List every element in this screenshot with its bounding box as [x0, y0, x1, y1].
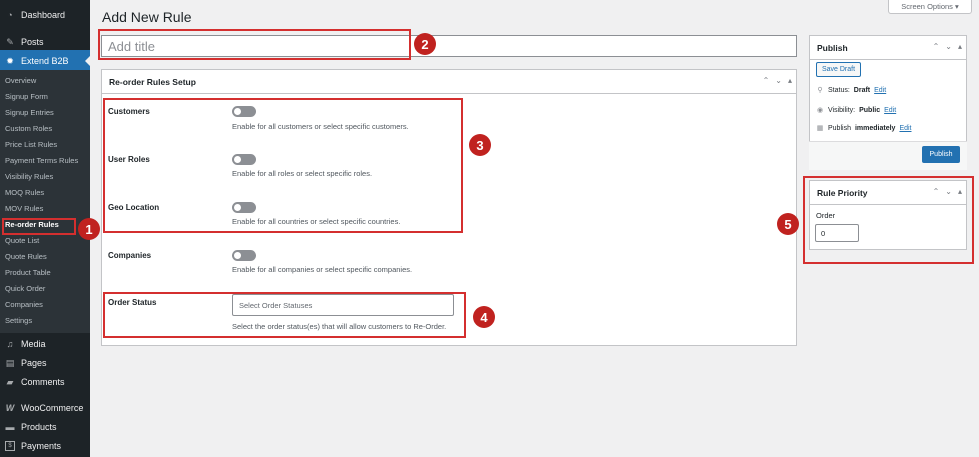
visibility-row: ◉ Visibility: Public Edit [816, 106, 896, 115]
payments-icon: $ [5, 441, 15, 451]
screen-options-button[interactable]: Screen Options ▾ [888, 0, 972, 14]
eye-icon: ◉ [816, 107, 824, 114]
move-up-icon[interactable]: ⌃ [763, 76, 770, 85]
visibility-edit-link[interactable]: Edit [884, 107, 896, 114]
setup-box-header: Re-order Rules Setup ⌃ ⌄ ▴ [102, 70, 796, 94]
menu-comments[interactable]: ▰ Comments [0, 371, 90, 393]
menu-posts-label: Posts [21, 37, 44, 47]
publish-time-label: Publish [828, 124, 851, 132]
submenu-quote-list[interactable]: Quote List [5, 236, 39, 245]
menu-extend-b2b[interactable]: ✹ Extend B2B [0, 50, 90, 72]
status-edit-link[interactable]: Edit [874, 87, 886, 94]
submenu-product-table[interactable]: Product Table [5, 268, 51, 277]
submenu-overview[interactable]: Overview [5, 76, 36, 85]
setup-box-title: Re-order Rules Setup [109, 76, 196, 87]
menu-products-label: Products [21, 422, 57, 432]
visibility-label: Visibility: [828, 106, 856, 114]
submenu-payment-terms-rules[interactable]: Payment Terms Rules [5, 156, 78, 165]
submenu-price-list-rules[interactable]: Price List Rules [5, 140, 57, 149]
submenu-visibility-rules[interactable]: Visibility Rules [5, 172, 53, 181]
pin-icon: ✎ [6, 36, 14, 47]
annotation-number-4: 4 [473, 306, 495, 328]
submenu-moq-rules[interactable]: MOQ Rules [5, 188, 44, 197]
pages-icon: ▤ [5, 357, 15, 368]
publish-box-controls: ⌃ ⌄ ▴ [933, 42, 962, 51]
annotation-number-5: 5 [777, 213, 799, 235]
submenu-quote-rules[interactable]: Quote Rules [5, 252, 47, 261]
annotation-box-3 [103, 98, 463, 233]
publish-time-edit-link[interactable]: Edit [899, 125, 911, 132]
pin-icon: ⚲ [817, 87, 823, 94]
menu-woocommerce-label: WooCommerce [21, 403, 84, 413]
woocommerce-icon: W [5, 403, 15, 413]
submenu-signup-form[interactable]: Signup Form [5, 92, 48, 101]
submenu-companies[interactable]: Companies [5, 300, 43, 309]
annotation-box-4 [103, 292, 466, 338]
companies-description: Enable for all companies or select speci… [232, 265, 413, 274]
collapse-toggle-icon[interactable]: ▴ [958, 42, 962, 51]
publish-box-title: Publish [817, 42, 848, 53]
publish-box-header: Publish ⌃ ⌄ ▴ [810, 36, 966, 60]
annotation-box-5 [803, 176, 974, 264]
annotation-box-1 [2, 218, 76, 235]
submenu-signup-entries[interactable]: Signup Entries [5, 108, 54, 117]
companies-toggle[interactable] [232, 250, 256, 261]
collapse-toggle-icon[interactable]: ▴ [788, 76, 792, 85]
menu-payments[interactable]: $ Payments [0, 435, 90, 457]
submenu-custom-roles[interactable]: Custom Roles [5, 124, 52, 133]
annotation-number-1: 1 [78, 218, 100, 240]
comments-icon: ▰ [6, 376, 14, 387]
publish-time-value: immediately [854, 124, 896, 132]
media-icon: ♫ [6, 339, 14, 349]
status-row: ⚲ Status: Draft Edit [816, 86, 886, 95]
annotation-number-3: 3 [469, 134, 491, 156]
menu-dashboard-label: Dashboard [21, 10, 66, 20]
companies-label: Companies [108, 251, 152, 260]
menu-payments-label: Payments [21, 441, 62, 451]
gear-icon: ✹ [6, 55, 14, 66]
extend-b2b-submenu: Overview Signup Form Signup Entries Cust… [0, 70, 90, 333]
menu-pages-label: Pages [21, 358, 47, 368]
dashboard-icon: ◔ [7, 10, 13, 20]
status-value: Draft [853, 86, 871, 94]
move-up-icon[interactable]: ⌃ [933, 42, 940, 51]
move-down-icon[interactable]: ⌄ [775, 76, 782, 85]
menu-media-label: Media [21, 339, 46, 349]
submenu-mov-rules[interactable]: MOV Rules [5, 204, 43, 213]
move-down-icon[interactable]: ⌄ [945, 42, 952, 51]
publish-time-row: ▦ Publish immediately Edit [816, 124, 912, 133]
submenu-settings[interactable]: Settings [5, 316, 32, 325]
annotation-box-2 [98, 29, 411, 60]
visibility-value: Public [859, 106, 881, 114]
current-menu-arrow [85, 56, 90, 66]
publish-button[interactable]: Publish [922, 146, 960, 163]
submenu-quick-order[interactable]: Quick Order [5, 284, 45, 293]
products-icon: ▬ [5, 422, 15, 432]
menu-comments-label: Comments [21, 377, 65, 387]
status-label: Status: [828, 86, 850, 94]
save-draft-button[interactable]: Save Draft [816, 62, 861, 77]
menu-extend-b2b-label: Extend B2B [21, 56, 69, 66]
calendar-icon: ▦ [816, 125, 824, 132]
setup-box-controls: ⌃ ⌄ ▴ [763, 76, 792, 85]
menu-dashboard[interactable]: ◔ Dashboard [0, 4, 90, 26]
page-title: Add New Rule [102, 9, 192, 25]
annotation-number-2: 2 [414, 33, 436, 55]
